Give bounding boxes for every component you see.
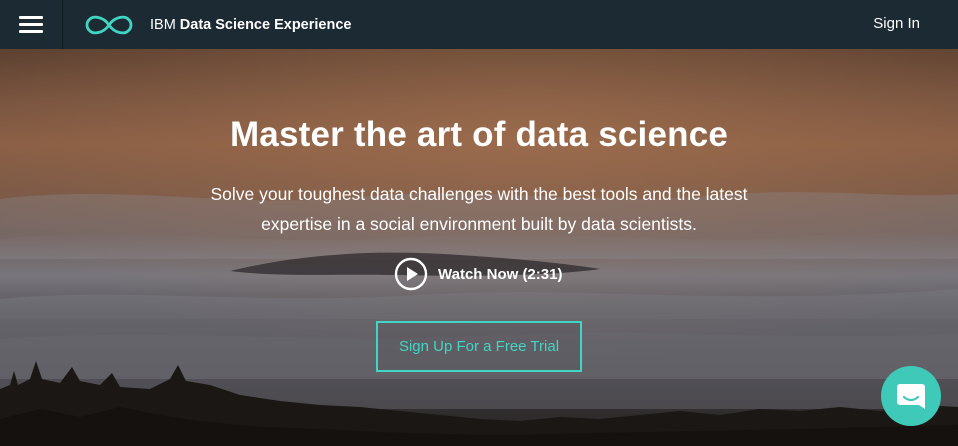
- page: IBM Data Science Experience Sign In Mast…: [0, 0, 958, 446]
- brand-link[interactable]: IBM Data Science Experience: [83, 13, 351, 37]
- top-navbar: IBM Data Science Experience Sign In: [0, 0, 958, 49]
- watch-now-label: Watch Now (2:31): [438, 265, 563, 283]
- brand-title: IBM Data Science Experience: [150, 17, 351, 33]
- brand-name: Data Science Experience: [179, 16, 352, 33]
- hamburger-menu-icon: [19, 15, 43, 34]
- watch-now-button[interactable]: Watch Now (2:31): [394, 257, 562, 291]
- hero-section: Master the art of data science Solve you…: [0, 49, 958, 446]
- infinity-logo-icon: [85, 15, 133, 34]
- brand-prefix: IBM: [150, 16, 176, 33]
- hero-subtitle: Solve your toughest data challenges with…: [210, 184, 748, 234]
- hero-background-image: [0, 49, 958, 446]
- hamburger-menu-button[interactable]: [0, 0, 63, 49]
- chat-launcher-button[interactable]: [881, 366, 941, 426]
- free-trial-button[interactable]: Sign Up For a Free Trial: [376, 321, 582, 372]
- hero-title: Master the art of data science: [229, 115, 729, 154]
- sign-in-link[interactable]: Sign In: [873, 15, 920, 32]
- play-circle-icon: [394, 257, 428, 291]
- chat-bubble-icon: [897, 384, 925, 409]
